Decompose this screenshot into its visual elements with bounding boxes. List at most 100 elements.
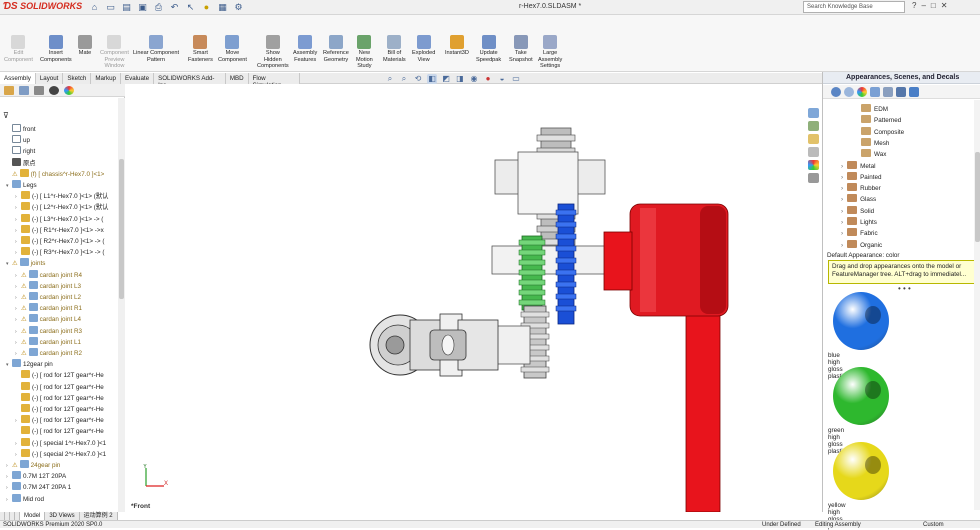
tree-item[interactable]: (-) [ rod for 12T gear^r-He [0,426,118,437]
search-input[interactable]: Search Knowledge Base [803,1,905,13]
tree-folder[interactable]: › ⚠ cardan joint R1 [0,303,118,314]
options-icon[interactable]: ⚙ [232,2,245,13]
command-instant3d[interactable]: Instant3D [445,35,469,57]
command-new-motion-study[interactable]: New Motion Study [356,35,373,70]
maximize-icon[interactable]: □ [931,1,936,10]
tree-item[interactable]: › (-) [ R3^r-Hex7.0 ]<1> -> ( [0,247,118,258]
graphics-area[interactable] [126,84,808,512]
view-palette-icon[interactable] [808,147,819,157]
tab-flow-simulation[interactable]: Flow Simulation [248,73,300,89]
forward-icon[interactable] [844,87,854,97]
tree-item[interactable]: ⚠ (f) [ chassis^r-Hex7.0 ]<1> [0,168,118,180]
tree-folder[interactable]: › Mid rod [0,493,118,505]
tree-item[interactable]: › (-) [ sqecial 2^r-Hex7.0 ]<1 [0,448,118,460]
appearance-folder[interactable]: › Organic [823,239,882,251]
appearance-swatch[interactable] [833,367,889,425]
display-style-icon[interactable]: ◨ [455,74,465,84]
expand-arrow-icon[interactable]: › [841,242,843,249]
tree-item[interactable]: up [0,135,118,146]
add-folder-icon[interactable] [870,87,880,97]
tree-item[interactable]: front [0,124,118,135]
section-view-icon[interactable]: ◧ [427,74,437,84]
tree-item[interactable]: (-) [ rod for 12T gear^r-He [0,392,118,404]
command-insert-components[interactable]: Insert Components [40,35,72,63]
tree-item[interactable]: 原点 [0,157,118,169]
command-take-snapshot[interactable]: Take Snapshot [509,35,533,63]
tab-assembly[interactable]: Assembly [0,73,36,84]
tree-item[interactable]: › (-) [ L1^r-Hex7.0 ]<1> (默认 [0,191,118,202]
open-icon[interactable]: ▤ [120,2,133,13]
select-icon[interactable]: ↖ [184,2,197,13]
apply-scene-icon[interactable]: ◒ [497,74,507,84]
dimxpert-tab-icon[interactable] [49,86,59,95]
command-linear-component-pattern[interactable]: Linear Component Pattern [133,35,179,63]
tree-item[interactable]: right [0,146,118,157]
tab-solidworks-add-ins[interactable]: SOLIDWORKS Add-Ins [154,73,226,89]
appearance-swatch[interactable] [833,292,889,350]
appearance-folder[interactable]: › Painted [823,171,881,183]
appearance-folder[interactable]: › Fabric [823,228,878,239]
command-move-component[interactable]: Move Component [218,35,247,63]
assembly-model[interactable] [126,84,808,512]
edit-appearance-icon[interactable]: ● [483,74,493,84]
feature-manager-tab-icon[interactable] [4,86,14,95]
tree-folder[interactable]: ▾ 12gear pin [0,359,118,370]
expand-arrow-icon[interactable]: › [841,163,843,170]
previous-view-icon[interactable]: ⟲ [413,74,423,84]
tab-markup[interactable]: Markup [91,73,121,84]
back-icon[interactable] [831,87,841,97]
appearance-home-icon[interactable] [857,87,867,97]
appearance-folder[interactable]: Composite [823,126,904,138]
command-update-speedpak[interactable]: Update Speedpak [476,35,501,63]
tree-folder[interactable]: › ⚠ cardan joint R2 [0,348,118,359]
tree-item[interactable]: › (-) [ R1^r-Hex7.0 ]<1> ->x [0,224,118,236]
command-bill-of-materials[interactable]: Bill of Materials [383,35,406,63]
tree-folder[interactable]: › 0.7M 24T 20PA 1 [0,482,118,493]
print-icon[interactable]: ⎙ [152,2,165,13]
file-properties-icon[interactable]: ▦ [216,2,229,13]
command-reference-geometry[interactable]: Reference Geometry [323,35,349,63]
tree-item[interactable]: › (-) [ R2^r-Hex7.0 ]<1> -> ( [0,236,118,247]
save-icon[interactable]: ▣ [136,2,149,13]
up-folder-icon[interactable] [909,87,919,97]
home-icon[interactable]: ⌂ [88,2,101,13]
solidworks-logo[interactable]: ƊS SOLIDWORKS [3,1,82,12]
tab-sketch[interactable]: Sketch [63,73,92,84]
zoom-to-fit-icon[interactable]: ⌕ [385,74,395,84]
tree-item[interactable]: › (-) [ L2^r-Hex7.0 ]<1> (默认 [0,202,118,213]
command-smart-fasteners[interactable]: Smart Fasteners [188,35,213,63]
tree-folder[interactable]: › ⚠ cardan joint L1 [0,336,118,348]
tab-evaluate[interactable]: Evaluate [120,73,155,84]
view-orientation-icon[interactable]: ◩ [441,74,451,84]
configuration-manager-tab-icon[interactable] [34,86,44,95]
library-icon[interactable] [883,87,893,97]
tree-folder[interactable]: › ⚠ cardan joint R4 [0,269,118,281]
command-show-hidden-components[interactable]: Show Hidden Components [257,35,289,70]
tree-folder[interactable]: › ⚠ cardan joint L4 [0,314,118,325]
expand-arrow-icon[interactable]: › [841,174,843,181]
tree-folder[interactable]: › 0.7M 12T 20PA [0,471,118,482]
help-icon[interactable]: ? [912,1,916,10]
view-settings-icon[interactable]: ▭ [511,74,521,84]
tree-item[interactable]: (-) [ rod for 12T gear^r-He [0,381,118,393]
tree-folder[interactable]: › ⚠ 24gear pin [0,460,118,471]
tree-folder[interactable]: › ⚠ cardan joint R3 [0,325,118,337]
tab-mbd[interactable]: MBD [225,73,249,84]
tab-layout[interactable]: Layout [35,73,64,84]
command-mate[interactable]: Mate [78,35,92,57]
appearance-folder[interactable]: › Glass [823,194,876,205]
expand-arrow-icon[interactable]: › [841,219,843,226]
file-explorer-icon[interactable] [808,134,819,144]
tree-scrollbar-thumb[interactable] [119,159,124,299]
undo-icon[interactable]: ↶ [168,2,181,13]
appearance-folder[interactable]: Patterned [823,115,901,126]
tree-folder[interactable]: ▾ Legs [0,180,118,191]
property-manager-tab-icon[interactable] [19,86,29,95]
tree-item[interactable]: › (-) [ rod for 12T gear^r-He [0,415,118,426]
tree-item[interactable]: › (-) [ special 1^r-Hex7.0 ]<1 [0,437,118,449]
appearance-folder[interactable]: Wax [823,149,886,160]
bottom-tab[interactable]: Model [20,512,46,520]
appearance-folder[interactable]: Mesh [823,137,889,149]
appearance-scrollbar-thumb[interactable] [975,152,980,242]
splitter-handle[interactable]: • • • [898,284,911,293]
